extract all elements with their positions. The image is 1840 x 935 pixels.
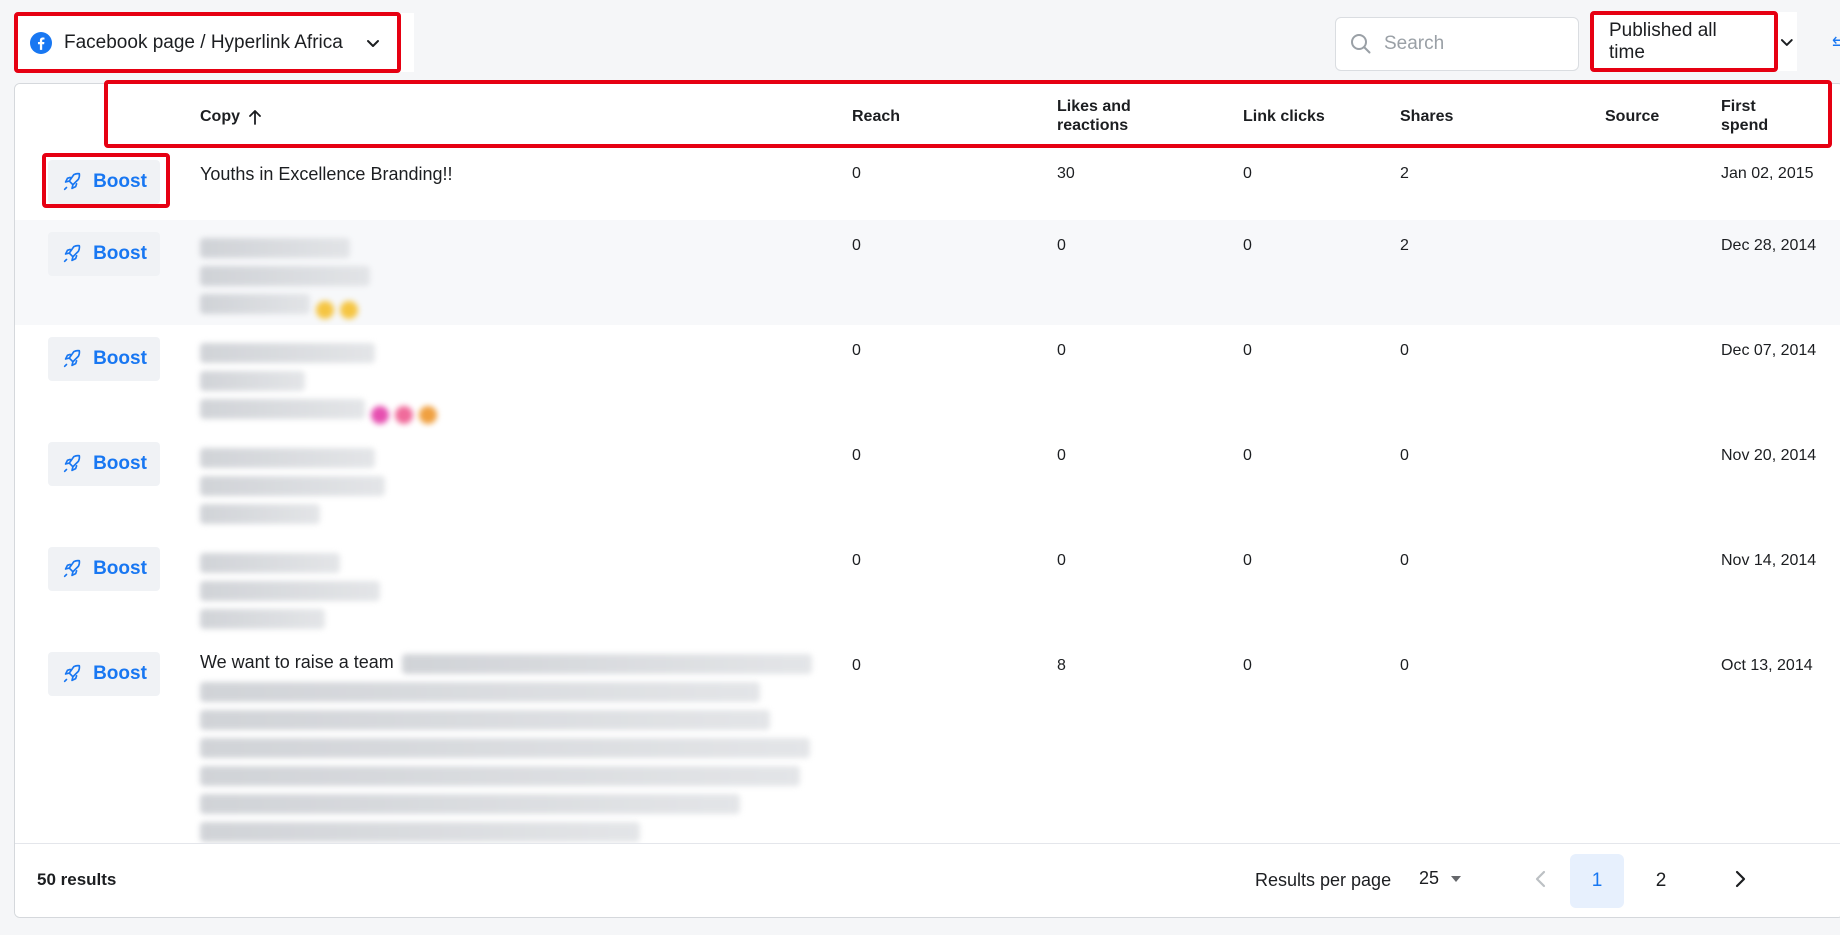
boost-button[interactable]: Boost xyxy=(48,337,160,381)
link-clicks-value: 0 xyxy=(1243,657,1252,674)
post-copy-visible: We want to raise a team xyxy=(200,652,394,672)
previous-page-button[interactable] xyxy=(1531,868,1551,895)
likes-value: 0 xyxy=(1057,342,1066,359)
search-box[interactable] xyxy=(1335,17,1579,71)
rocket-icon xyxy=(63,664,81,683)
chevron-right-icon xyxy=(1735,870,1746,888)
link-clicks-value: 0 xyxy=(1243,165,1252,182)
shares-value: 2 xyxy=(1400,237,1409,254)
boost-button[interactable]: Boost xyxy=(48,232,160,276)
page-button-1[interactable]: 1 xyxy=(1570,854,1624,908)
first-spend-value: Dec 28, 2014 xyxy=(1721,237,1817,254)
first-spend-value: Oct 13, 2014 xyxy=(1721,657,1813,674)
highlight-box-table-header xyxy=(104,80,1832,148)
table-row: Boost Youths in Excellence Branding!! 0 … xyxy=(15,148,1840,221)
table-row: Boost We want to raise a team 0 8 0 0 Oc… xyxy=(15,640,1840,850)
partial-edge-icon[interactable]: ⇆ xyxy=(1832,33,1840,52)
posts-table: Copy Reach Likes and reactions Link clic… xyxy=(14,83,1840,918)
rocket-icon xyxy=(63,454,81,473)
reach-value: 0 xyxy=(852,552,861,569)
shares-value: 0 xyxy=(1400,342,1409,359)
rocket-icon xyxy=(63,244,81,263)
page-button-2[interactable]: 2 xyxy=(1634,854,1688,908)
results-per-page-select[interactable]: 25 xyxy=(1419,868,1463,889)
next-page-button[interactable] xyxy=(1730,868,1750,895)
post-copy-blurred xyxy=(200,545,400,629)
reach-value: 0 xyxy=(852,237,861,254)
reach-value: 0 xyxy=(852,165,861,182)
post-copy: We want to raise a team xyxy=(200,652,840,842)
highlight-box-boost-button xyxy=(42,153,170,208)
post-copy: Youths in Excellence Branding!! xyxy=(200,164,453,184)
shares-value: 0 xyxy=(1400,657,1409,674)
highlight-box-page-selector xyxy=(14,12,401,73)
boost-button[interactable]: Boost xyxy=(48,652,160,696)
search-icon xyxy=(1351,34,1371,54)
link-clicks-value: 0 xyxy=(1243,342,1252,359)
caret-down-icon xyxy=(1451,875,1462,882)
likes-value: 8 xyxy=(1057,657,1066,674)
likes-value: 0 xyxy=(1057,237,1066,254)
results-per-page-label: Results per page xyxy=(1255,870,1392,890)
table-row: Boost 0 0 0 0 Dec 07, 2014 xyxy=(15,325,1840,431)
first-spend-value: Dec 07, 2014 xyxy=(1721,342,1817,359)
link-clicks-value: 0 xyxy=(1243,552,1252,569)
shares-value: 2 xyxy=(1400,165,1409,182)
link-clicks-value: 0 xyxy=(1243,237,1252,254)
rocket-icon xyxy=(63,349,81,368)
search-input[interactable] xyxy=(1382,32,1556,56)
reach-value: 0 xyxy=(852,657,861,674)
table-row: Boost 0 0 0 2 Dec 28, 2014 xyxy=(15,220,1840,326)
table-row: Boost 0 0 0 0 Nov 14, 2014 xyxy=(15,535,1840,641)
highlight-box-date-filter xyxy=(1590,11,1778,72)
link-clicks-value: 0 xyxy=(1243,447,1252,464)
reach-value: 0 xyxy=(852,447,861,464)
boost-button[interactable]: Boost xyxy=(48,547,160,591)
first-spend-value: Nov 14, 2014 xyxy=(1721,552,1817,569)
likes-value: 0 xyxy=(1057,447,1066,464)
post-copy-blurred xyxy=(200,230,390,319)
post-copy-blurred xyxy=(200,335,460,424)
likes-value: 0 xyxy=(1057,552,1066,569)
chevron-down-icon xyxy=(1781,38,1794,46)
reach-value: 0 xyxy=(852,342,861,359)
shares-value: 0 xyxy=(1400,552,1409,569)
likes-value: 30 xyxy=(1057,165,1075,182)
table-footer: 50 results Results per page 25 1 2 xyxy=(15,843,1840,917)
rocket-icon xyxy=(63,559,81,578)
post-copy-blurred xyxy=(200,440,400,524)
first-spend-value: Nov 20, 2014 xyxy=(1721,447,1817,464)
results-count: 50 results xyxy=(37,870,117,889)
chevron-left-icon xyxy=(1535,870,1546,888)
shares-value: 0 xyxy=(1400,447,1409,464)
table-row: Boost 0 0 0 0 Nov 20, 2014 xyxy=(15,430,1840,536)
boost-button[interactable]: Boost xyxy=(48,442,160,486)
first-spend-value: Jan 02, 2015 xyxy=(1721,165,1814,182)
